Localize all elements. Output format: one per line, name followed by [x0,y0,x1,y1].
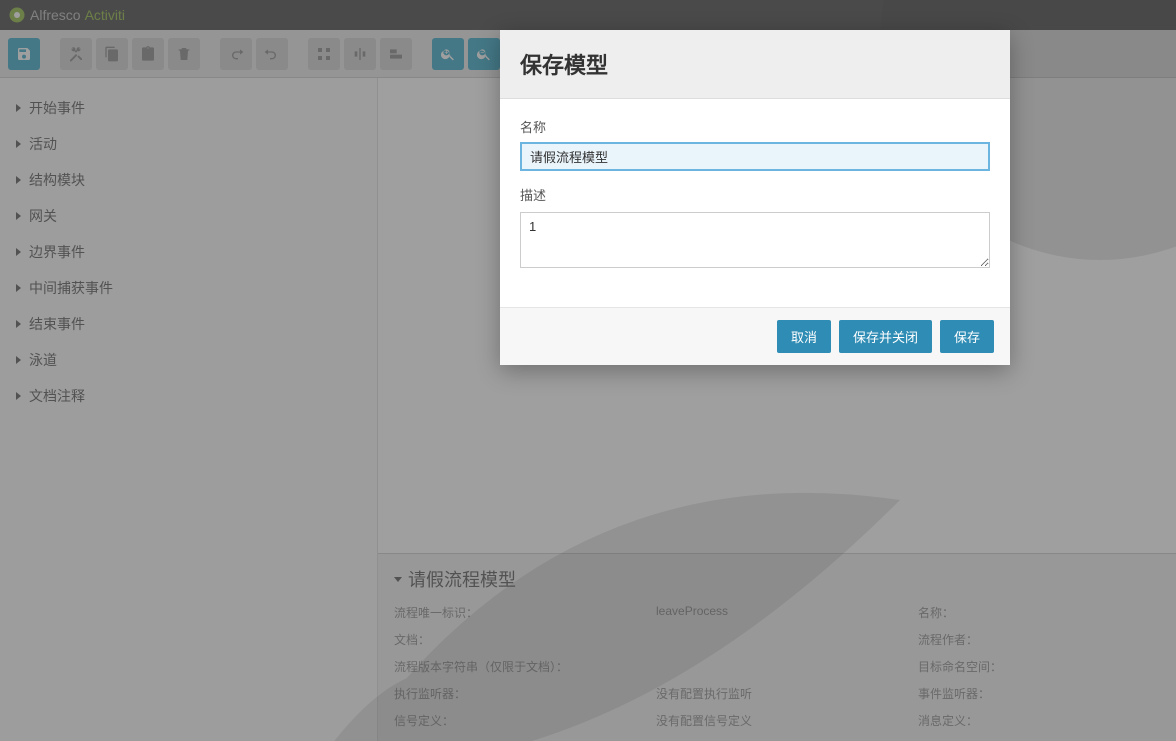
name-label: 名称 [520,117,990,136]
name-input[interactable] [520,142,990,171]
dialog-footer: 取消 保存并关闭 保存 [500,307,1010,365]
description-label: 描述 [520,185,990,204]
description-textarea[interactable] [520,212,990,268]
save-and-close-button[interactable]: 保存并关闭 [839,320,932,353]
save-model-dialog: 保存模型 名称 描述 取消 保存并关闭 保存 [500,30,1010,365]
save-confirm-button[interactable]: 保存 [940,320,994,353]
dialog-body: 名称 描述 [500,99,1010,307]
cancel-button[interactable]: 取消 [777,320,831,353]
dialog-title: 保存模型 [500,30,1010,99]
